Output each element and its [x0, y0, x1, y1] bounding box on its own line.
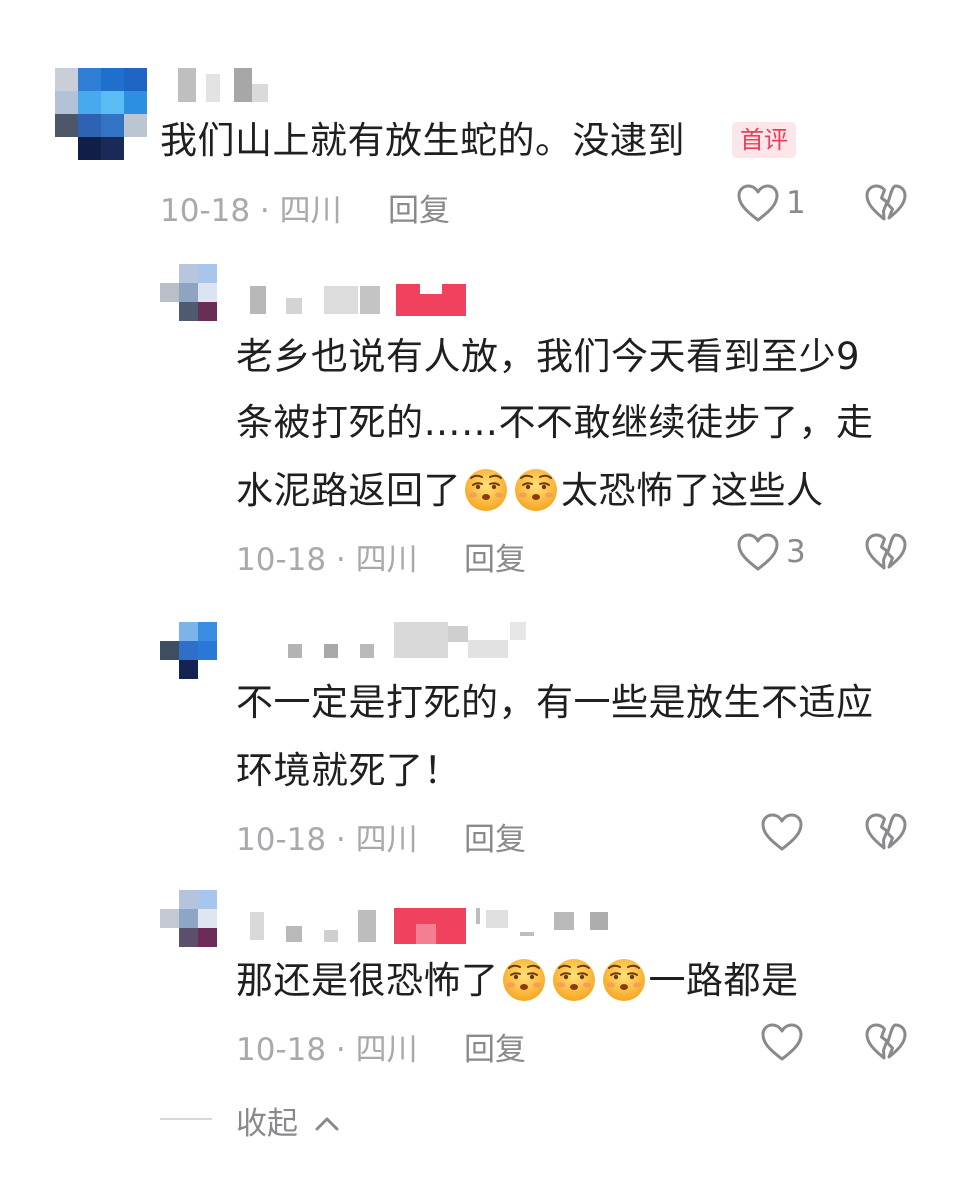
comment-text-line: 老乡也说有人放，我们今天看到至少9: [236, 335, 861, 378]
first-comment-badge: 首评: [732, 122, 796, 158]
heart-outline-icon[interactable]: [736, 532, 780, 572]
broken-heart-icon[interactable]: [864, 812, 908, 852]
collapse-label: 收起: [236, 1106, 298, 1142]
avatar[interactable]: [55, 68, 147, 160]
unamused-face-emoji-icon: [512, 465, 560, 513]
comment-text-line: 条被打死的……不不敢继续徒步了，走: [236, 401, 874, 444]
heart-outline-icon[interactable]: [736, 183, 780, 223]
unamused-face-emoji-icon: [462, 465, 510, 513]
comment-meta: 10-18 · 四川: [236, 542, 418, 578]
comment-meta: 10-18 · 四川: [236, 1032, 418, 1068]
avatar[interactable]: [160, 890, 218, 948]
unamused-face-emoji-icon: [600, 955, 648, 1003]
heart-outline-icon[interactable]: [760, 812, 804, 852]
broken-heart-icon[interactable]: [864, 532, 908, 572]
broken-heart-icon[interactable]: [864, 183, 908, 223]
like-count: 1: [786, 185, 806, 221]
comment-meta: 10-18 · 四川: [236, 822, 418, 858]
comment-text-segment: 一路都是: [648, 959, 799, 1002]
comment-text-line: 环境就死了！: [236, 749, 461, 792]
reply-button[interactable]: 回复: [388, 185, 450, 230]
unamused-face-emoji-icon: [550, 955, 598, 1003]
username-blurred[interactable]: [250, 908, 610, 944]
username-blurred[interactable]: [288, 622, 548, 658]
chevron-up-icon: [315, 1117, 339, 1131]
unamused-face-emoji-icon: [500, 955, 548, 1003]
username-blurred[interactable]: [178, 68, 270, 102]
comment-meta: 10-18 · 四川: [160, 193, 342, 229]
comment-text-segment: 那还是很恐怖了: [236, 959, 499, 1002]
comment-text-segment: 水泥路返回了: [236, 469, 461, 512]
comment-text-segment: 太恐怖了这些人: [561, 469, 824, 512]
comment-text-line: 不一定是打死的，有一些是放生不适应: [236, 681, 874, 724]
comment-text-line: 那还是很恐怖了 一路都是: [236, 946, 799, 1015]
comment-text-line: 水泥路返回了 太恐怖了这些人: [236, 456, 824, 525]
collapse-divider: [160, 1118, 212, 1120]
heart-outline-icon[interactable]: [760, 1022, 804, 1062]
avatar[interactable]: [160, 264, 218, 322]
reply-button[interactable]: 回复: [464, 534, 526, 579]
broken-heart-icon[interactable]: [864, 1022, 908, 1062]
reply-button[interactable]: 回复: [464, 814, 526, 859]
reply-button[interactable]: 回复: [464, 1024, 526, 1069]
username-blurred[interactable]: [250, 284, 470, 316]
avatar[interactable]: [160, 622, 218, 680]
like-count: 3: [786, 534, 806, 570]
collapse-replies-button[interactable]: 收起: [236, 1098, 340, 1143]
comment-text: 我们山上就有放生蛇的。没逮到: [160, 119, 685, 162]
